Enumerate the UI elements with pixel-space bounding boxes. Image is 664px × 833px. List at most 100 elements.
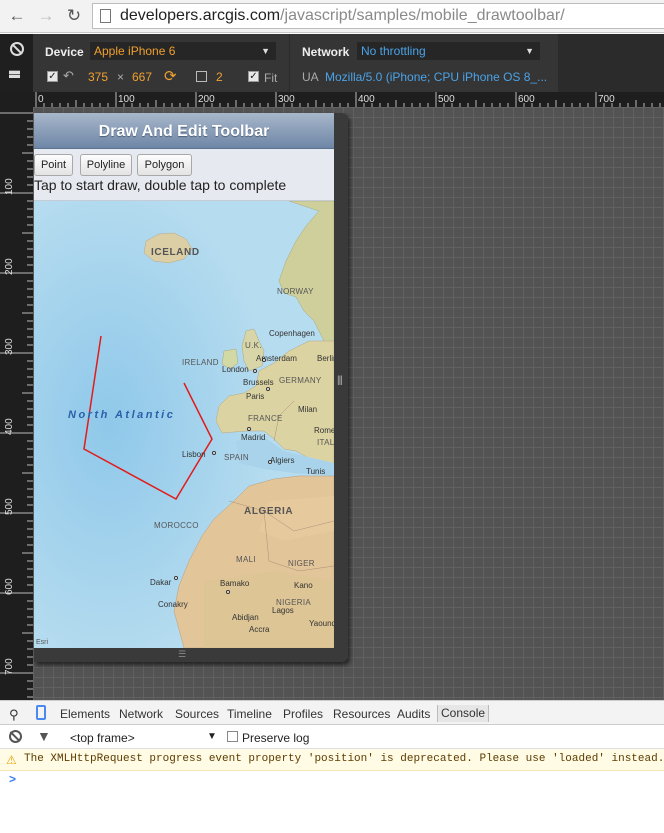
network-section: Network No throttling ▼ UA Mozilla/5.0 (… xyxy=(290,34,558,92)
map-label-copenhagen: Copenhagen xyxy=(269,329,315,338)
map-label-madrid: Madrid xyxy=(241,433,266,442)
fit-checkbox[interactable]: ✓ xyxy=(248,71,259,82)
map-label-dakar: Dakar xyxy=(150,578,172,587)
ua-label: UA xyxy=(302,70,319,84)
address-bar[interactable]: developers.arcgis.com/javascript/samples… xyxy=(92,3,664,29)
network-select[interactable]: No throttling ▼ xyxy=(357,42,540,60)
media-query-icon[interactable]: ▬ ▬ xyxy=(9,66,20,81)
map-label-rome: Rome xyxy=(314,426,334,435)
emulation-toolbar: ▬ ▬ Device Apple iPhone 6 ▼ ✓ ↶ 375 × 667… xyxy=(0,34,664,92)
ruler-left-label: 600 xyxy=(4,578,15,595)
ruler-top-label: 300 xyxy=(278,94,295,105)
map-label-bamako: Bamako xyxy=(220,579,250,588)
ruler-left-label: 700 xyxy=(4,658,15,675)
tab-timeline[interactable]: Timeline xyxy=(227,707,272,721)
height-value[interactable]: 667 xyxy=(132,70,152,84)
resize-handle-right[interactable]: ||| xyxy=(337,375,343,386)
frame-select-value[interactable]: <top frame> xyxy=(70,731,135,745)
ruler-top-label: 100 xyxy=(118,94,135,105)
map-label-italy: ITALY xyxy=(317,438,334,447)
network-label: Network xyxy=(302,45,350,59)
block-icon[interactable] xyxy=(10,42,24,56)
warning-icon: ⚠ xyxy=(6,753,17,767)
ruler-top-label: 0 xyxy=(38,94,44,105)
ruler-top-label: 600 xyxy=(518,94,535,105)
ua-value[interactable]: Mozilla/5.0 (iPhone; CPU iPhone OS 8_... xyxy=(325,70,547,84)
app-title: Draw And Edit Toolbar xyxy=(98,123,270,140)
map-label-tunis: Tunis xyxy=(306,467,326,476)
map-label-london: London xyxy=(222,365,249,374)
scale-value[interactable]: 2 xyxy=(216,70,223,84)
tab-profiles[interactable]: Profiles xyxy=(283,707,323,721)
city-dot xyxy=(266,387,270,391)
city-dot xyxy=(268,460,272,464)
rotate-icon[interactable]: ↶ xyxy=(63,68,74,84)
device-screen: Draw And Edit Toolbar Point Polyline Pol… xyxy=(34,113,334,648)
ruler-left-label: 500 xyxy=(4,498,15,515)
map-label-brussels: Brussels xyxy=(243,378,274,387)
city-dot xyxy=(247,427,251,431)
url-path: /javascript/samples/mobile_drawtoolbar/ xyxy=(280,7,565,24)
city-dot xyxy=(174,576,178,580)
map-label-niger: NIGER xyxy=(288,559,315,568)
width-value[interactable]: 375 xyxy=(88,70,108,84)
preserve-log-checkbox[interactable] xyxy=(227,731,238,742)
map-label-accra: Accra xyxy=(249,625,270,634)
map-label-mali: MALI xyxy=(236,555,256,564)
polyline-button[interactable]: Polyline xyxy=(80,154,132,176)
tab-resources[interactable]: Resources xyxy=(333,707,390,721)
tab-sources[interactable]: Sources xyxy=(175,707,219,721)
map-label-ireland: IRELAND xyxy=(182,358,219,367)
device-select-value: Apple iPhone 6 xyxy=(94,44,176,58)
map-label-north-atlantic: North Atlantic xyxy=(68,409,176,421)
resize-handle-bottom[interactable]: ☰ xyxy=(178,650,186,659)
device-select[interactable]: Apple iPhone 6 ▼ xyxy=(90,42,276,60)
city-dot xyxy=(262,358,266,362)
map-label-algeria: ALGERIA xyxy=(244,506,294,517)
map-label-uk: U.K. xyxy=(245,341,262,350)
ruler-top-label: 500 xyxy=(438,94,455,105)
tab-network[interactable]: Network xyxy=(119,707,163,721)
tab-elements[interactable]: Elements xyxy=(60,707,110,721)
ruler-left-label: 400 xyxy=(4,418,15,435)
map-terrain xyxy=(34,201,334,648)
chevron-down-icon[interactable]: ▼ xyxy=(207,731,217,742)
console-prompt[interactable]: > xyxy=(9,772,16,786)
ruler-left-label: 300 xyxy=(4,338,15,355)
filter-icon[interactable]: ▼ xyxy=(37,728,51,744)
emulation-left-strip: ▬ ▬ xyxy=(0,34,33,92)
ruler-left: 100 200 300 400 500 600 700 xyxy=(0,107,33,700)
page-icon xyxy=(100,9,111,23)
point-button[interactable]: Point xyxy=(34,154,73,176)
polygon-button[interactable]: Polygon xyxy=(137,154,192,176)
map-label-france: FRANCE xyxy=(248,414,283,423)
app-toolbar: Point Polyline Polygon Tap to start draw… xyxy=(34,149,334,201)
device-mode-icon[interactable] xyxy=(36,705,46,720)
devtools-tabbar: ⚲ Elements Network Sources Timeline Prof… xyxy=(0,700,664,725)
map-label-kano: Kano xyxy=(294,581,313,590)
ruler-top-label: 700 xyxy=(598,94,615,105)
map-label-berlin: Berlin xyxy=(317,354,334,363)
preserve-log-label: Preserve log xyxy=(242,731,310,745)
back-arrow-icon[interactable]: ← xyxy=(7,6,27,26)
forward-arrow-icon[interactable]: → xyxy=(36,6,56,26)
map-label-lisbon: Lisbon xyxy=(182,450,206,459)
resolution-checkbox[interactable]: ✓ xyxy=(47,71,58,82)
device-label: Device xyxy=(45,45,84,59)
console-warning-text: The XMLHttpRequest progress event proper… xyxy=(24,753,664,765)
ruler-top-label: 200 xyxy=(198,94,215,105)
map[interactable]: ICELAND NORWAY U.K. IRELAND GERMANY FRAN… xyxy=(34,201,334,648)
inspect-search-icon[interactable]: ⚲ xyxy=(9,707,19,723)
swap-dimensions-icon[interactable]: ⟳ xyxy=(164,67,177,85)
map-label-algiers: Algiers xyxy=(270,456,295,465)
device-frame: Draw And Edit Toolbar Point Polyline Pol… xyxy=(34,113,348,662)
fit-label: Fit xyxy=(264,71,278,85)
tab-audits[interactable]: Audits xyxy=(397,707,430,721)
app-header: Draw And Edit Toolbar xyxy=(34,113,334,149)
reload-icon[interactable]: ↻ xyxy=(64,6,84,26)
map-label-iceland: ICELAND xyxy=(151,247,200,258)
tab-console[interactable]: Console xyxy=(437,705,490,722)
clear-console-icon[interactable] xyxy=(9,730,22,743)
city-dot xyxy=(253,369,257,373)
url-text: developers.arcgis.com/javascript/samples… xyxy=(120,7,565,25)
